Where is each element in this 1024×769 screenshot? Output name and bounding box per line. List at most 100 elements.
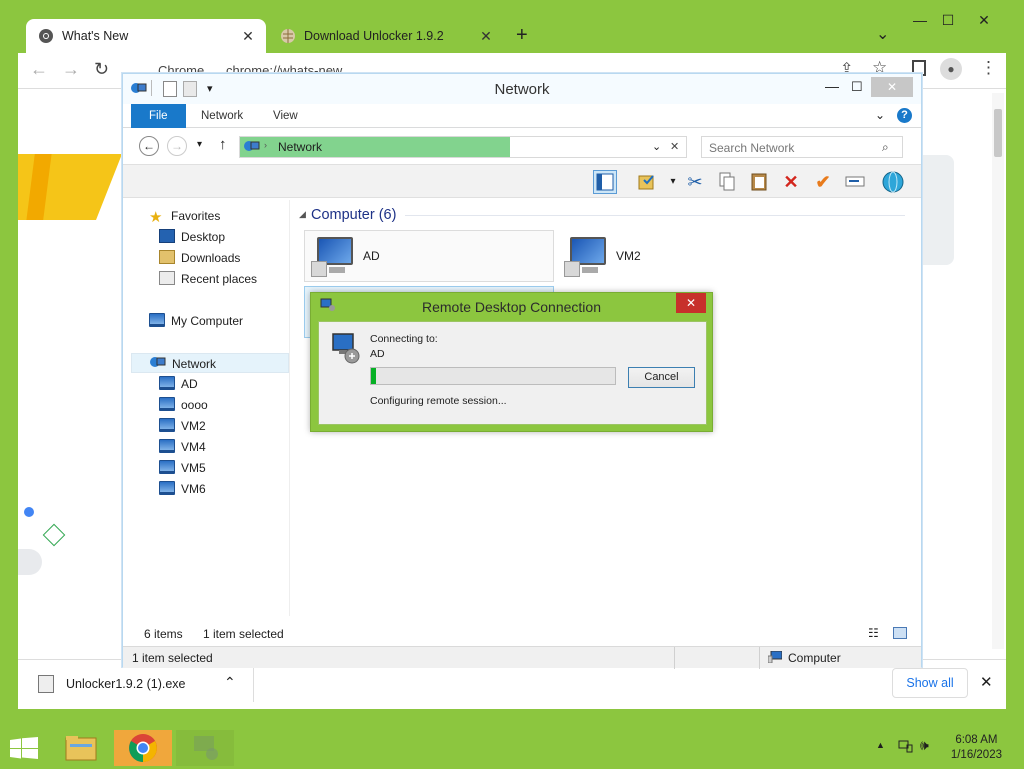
show-hidden-icons-icon[interactable]: ▲ <box>876 740 885 750</box>
desktop-icon <box>159 229 175 243</box>
download-filename[interactable]: Unlocker1.9.2 (1).exe <box>66 677 186 691</box>
tab-search-button[interactable]: ⌄ <box>876 24 889 44</box>
delete-icon[interactable]: ✕ <box>779 170 803 194</box>
profile-avatar-icon[interactable]: ● <box>940 58 962 80</box>
nav-network[interactable]: Network <box>131 353 289 373</box>
pane-divider <box>289 200 290 616</box>
scrollbar-thumb[interactable] <box>994 109 1002 157</box>
network-status-icon[interactable] <box>898 739 914 753</box>
dialog-body: Connecting to: AD Cancel Configuring rem… <box>318 321 707 425</box>
computer-icon <box>149 313 165 327</box>
show-all-button[interactable]: Show all <box>892 668 968 698</box>
connecting-label: Connecting to: <box>370 333 438 345</box>
remote-desktop-dialog: Remote Desktop Connection ✕ Connecting t… <box>310 292 713 432</box>
close-window-button[interactable]: ✕ <box>970 8 998 32</box>
search-icon[interactable]: ⌕ <box>882 140 889 155</box>
globe-icon <box>280 28 296 44</box>
tab-file[interactable]: File <box>131 104 186 128</box>
copy-icon[interactable] <box>715 170 739 194</box>
nav-label: Downloads <box>181 251 241 265</box>
progress-bar <box>370 367 616 385</box>
help-icon[interactable]: ? <box>897 108 912 123</box>
close-dialog-button[interactable]: ✕ <box>676 293 706 313</box>
computer-icon <box>159 460 175 474</box>
nav-my-computer[interactable]: My Computer <box>149 311 243 331</box>
remote-desktop-taskbar-button[interactable] <box>176 730 234 766</box>
nav-favorites[interactable]: ★ Favorites <box>149 206 220 226</box>
up-arrow-icon[interactable]: ↑ <box>219 136 227 153</box>
clock[interactable]: 6:08 AM 1/16/2023 <box>951 733 1002 763</box>
chevron-up-icon[interactable]: ⌃ <box>224 674 236 691</box>
nav-downloads[interactable]: Downloads <box>159 248 240 268</box>
target-computer: AD <box>370 348 385 360</box>
clear-address-icon[interactable]: ✕ <box>670 140 679 153</box>
reload-icon[interactable]: ↻ <box>94 59 109 80</box>
nav-label: AD <box>181 377 198 391</box>
search-box[interactable]: Search Network ⌕ <box>701 136 903 158</box>
nav-network-item[interactable]: oooo <box>159 395 208 415</box>
computer-item[interactable]: AD <box>304 230 554 282</box>
maximize-button[interactable]: ☐ <box>934 8 962 32</box>
forward-arrow-icon[interactable]: → <box>62 59 80 80</box>
tab-view[interactable]: View <box>261 104 310 128</box>
collapse-group-icon[interactable]: ◢ <box>299 209 306 220</box>
back-arrow-icon[interactable]: ← <box>30 59 48 80</box>
minimize-button[interactable]: — <box>825 78 839 94</box>
group-header[interactable]: Computer (6) <box>311 207 396 223</box>
forward-arrow-icon[interactable]: → <box>167 136 187 156</box>
paste-icon[interactable] <box>747 170 771 194</box>
checkmark-icon[interactable]: ✔ <box>811 170 835 194</box>
tab-label: What's New <box>62 29 129 43</box>
page-scrollbar[interactable] <box>992 93 1004 649</box>
breadcrumb-separator-icon[interactable]: › <box>264 140 267 150</box>
decorative-circle <box>18 549 42 575</box>
dropdown-arrow-icon[interactable]: ▾ <box>661 170 685 194</box>
nav-network-item[interactable]: VM2 <box>159 416 206 436</box>
recent-locations-icon[interactable]: ▾ <box>197 139 202 150</box>
nav-label: oooo <box>181 398 208 412</box>
maximize-button[interactable]: ☐ <box>851 79 863 95</box>
computer-name: AD <box>363 249 380 263</box>
windows-start-icon[interactable] <box>10 737 38 759</box>
folder-check-icon[interactable] <box>635 170 659 194</box>
close-tab-icon[interactable]: ✕ <box>240 28 256 45</box>
nav-network-item[interactable]: AD <box>159 374 198 394</box>
new-tab-button[interactable]: + <box>516 24 528 47</box>
menu-kebab-icon[interactable]: ⋮ <box>980 58 997 78</box>
computer-item[interactable]: VM2 <box>557 230 807 282</box>
chevron-down-icon[interactable]: ⌄ <box>875 108 885 122</box>
globe-properties-icon[interactable] <box>881 170 905 194</box>
computer-icon <box>311 237 355 277</box>
remote-desktop-icon <box>331 332 361 364</box>
chrome-taskbar-button[interactable] <box>114 730 172 766</box>
cut-icon[interactable]: ✂ <box>683 170 707 194</box>
address-dropdown-icon[interactable]: ⌄ <box>652 140 661 153</box>
tab-whats-new[interactable]: What's New ✕ <box>26 19 266 53</box>
nav-network-item[interactable]: VM5 <box>159 458 206 478</box>
address-box[interactable]: › Network ⌄ ✕ <box>239 136 687 158</box>
close-download-bar-icon[interactable]: ✕ <box>980 673 993 691</box>
close-window-button[interactable]: ✕ <box>871 77 913 97</box>
file-explorer-taskbar-button[interactable] <box>52 730 110 766</box>
nav-desktop[interactable]: Desktop <box>159 227 225 247</box>
close-tab-icon[interactable]: ✕ <box>478 28 494 45</box>
search-input[interactable]: Search Network <box>709 141 794 155</box>
details-view-icon[interactable]: ☷ <box>868 626 879 640</box>
computer-icon <box>159 397 175 411</box>
tab-network[interactable]: Network <box>189 104 255 128</box>
nav-recent-places[interactable]: Recent places <box>159 269 257 289</box>
large-icons-view-icon[interactable] <box>893 627 907 639</box>
preview-pane-icon[interactable] <box>593 170 617 194</box>
cancel-button[interactable]: Cancel <box>628 367 695 388</box>
nav-network-item[interactable]: VM4 <box>159 437 206 457</box>
nav-label: My Computer <box>171 314 244 328</box>
navigation-pane: ★ Favorites Desktop Downloads Recent plac… <box>131 206 291 626</box>
nav-network-item[interactable]: VM6 <box>159 479 206 499</box>
minimize-button[interactable]: — <box>906 8 934 32</box>
breadcrumb-network[interactable]: Network <box>278 140 322 154</box>
tab-download-unlocker[interactable]: Download Unlocker 1.9.2 ✕ <box>268 19 504 53</box>
speaker-icon[interactable]: 🕪 <box>920 737 929 754</box>
rename-icon[interactable] <box>843 170 867 194</box>
back-arrow-icon[interactable]: ← <box>139 136 159 156</box>
nav-label: VM5 <box>181 461 206 475</box>
